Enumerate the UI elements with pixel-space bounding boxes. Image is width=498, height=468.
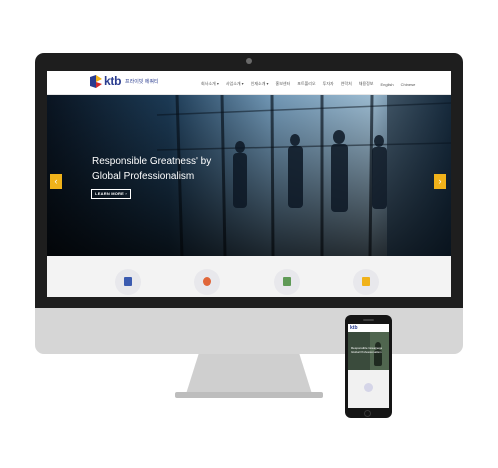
chart-icon[interactable] [353, 269, 379, 295]
phone-hero-title: Responsible Greatness Global Professiona… [351, 346, 382, 354]
hero-title-line2: Global Professionalism [92, 171, 195, 182]
phone-feature-icon[interactable] [364, 383, 373, 392]
nav-item-portfolio[interactable]: 포트폴리오 [297, 81, 315, 87]
nav-item-business[interactable]: 사업소개 ▾ [226, 81, 244, 87]
phone-logo[interactable]: ktb [350, 325, 358, 331]
imac-chin [35, 308, 463, 354]
learn-more-button[interactable]: LEARN MORE › [91, 189, 131, 199]
imac-stand [186, 354, 312, 394]
prev-slide-arrow-icon[interactable]: ‹ [50, 174, 62, 189]
nav-item-people[interactable]: 인재소개 ▾ [251, 81, 269, 87]
features-section [47, 256, 451, 297]
phone-speaker [363, 319, 374, 321]
nav-item-investor[interactable]: 투자자 [323, 81, 334, 87]
nav-item-careers[interactable]: 채용정보 [359, 81, 374, 87]
logo-subtitle: 프라이빗 에쿼티 [125, 79, 159, 85]
camera-dot [246, 58, 252, 64]
nav-item-company[interactable]: 회사소개 ▾ [201, 81, 219, 87]
hero-title-line1: Responsible Greatness' by [92, 156, 212, 167]
hero-title: Responsible Greatness' by Global Profess… [92, 154, 211, 184]
hero-slider: Responsible Greatness' by Global Profess… [47, 95, 451, 256]
nav-item-chinese[interactable]: Chinese [401, 82, 416, 87]
phone-home-button[interactable] [364, 410, 371, 417]
imac-stand-base [175, 392, 323, 398]
site-header: ktb 프라이빗 에쿼티 회사소개 ▾ 사업소개 ▾ 인재소개 ▾ 홍보센터 포… [47, 71, 451, 95]
logo-text[interactable]: ktb [104, 74, 121, 88]
ktb-logo-icon[interactable] [90, 75, 103, 88]
next-slide-arrow-icon[interactable]: › [434, 174, 446, 189]
phone-hero-line2: Global Professionalism [351, 350, 382, 354]
document-icon[interactable] [115, 269, 141, 295]
phone-screen: ktb Responsible Greatness Global Profess… [348, 324, 389, 408]
nav-item-contact[interactable]: 연락처 [341, 81, 352, 87]
phone-header: ktb [348, 324, 389, 331]
person-icon[interactable] [194, 269, 220, 295]
desktop-screen: ktb 프라이빗 에쿼티 회사소개 ▾ 사업소개 ▾ 인재소개 ▾ 홍보센터 포… [47, 71, 451, 297]
nav-item-english[interactable]: English [381, 82, 394, 87]
nav-item-pr[interactable]: 홍보센터 [276, 81, 291, 87]
main-nav: 회사소개 ▾ 사업소개 ▾ 인재소개 ▾ 홍보센터 포트폴리오 투자자 연락처 … [201, 80, 415, 88]
briefcase-icon[interactable] [274, 269, 300, 295]
